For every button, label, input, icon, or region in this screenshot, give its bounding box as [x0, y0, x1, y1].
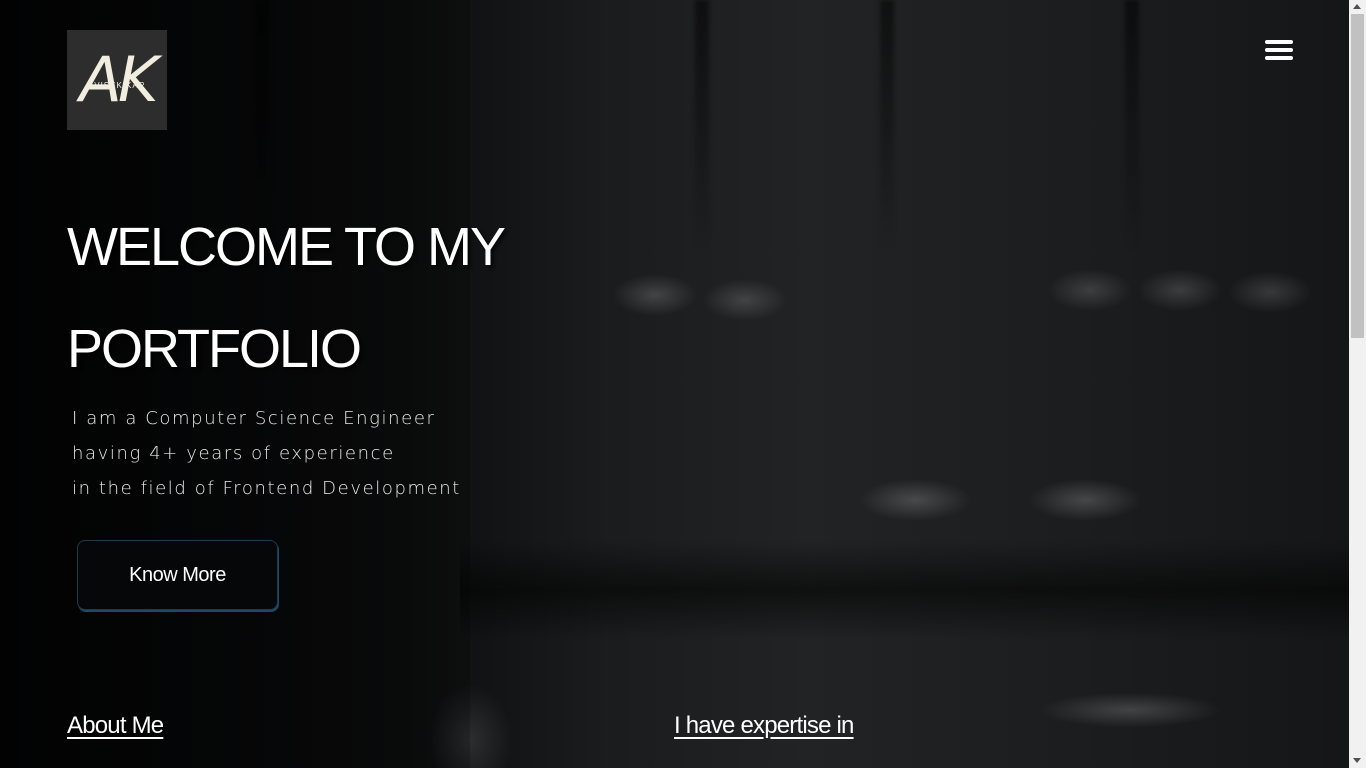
about-me-heading[interactable]: About Me: [67, 712, 164, 740]
background-shade-band: [460, 540, 1349, 640]
vertical-scrollbar[interactable]: [1349, 0, 1366, 768]
know-more-button[interactable]: Know More: [77, 540, 278, 610]
hero-intro: I am a Computer Science Engineer having …: [72, 401, 552, 506]
hero-title-line-1: WELCOME TO MY: [67, 217, 506, 277]
logo-name: AVISEK KAR: [88, 81, 146, 90]
background-pole: [695, 0, 709, 250]
menu-bar: [1265, 40, 1293, 44]
scroll-down-arrow-icon[interactable]: [1353, 758, 1361, 763]
background-pole: [1125, 0, 1139, 250]
hero-intro-line-3: in the field of Frontend Development: [72, 478, 461, 499]
menu-bar: [1265, 48, 1293, 52]
hamburger-menu-icon[interactable]: [1265, 40, 1293, 62]
expertise-heading[interactable]: I have expertise in: [674, 712, 854, 740]
hero-title: WELCOME TO MY PORTFOLIO: [67, 196, 667, 400]
logo-monogram: AK: [79, 43, 158, 116]
menu-bar: [1265, 56, 1293, 60]
site-logo[interactable]: AK AVISEK KAR: [67, 30, 167, 130]
hero-title-line-2: PORTFOLIO: [67, 319, 362, 379]
scrollbar-thumb[interactable]: [1351, 14, 1364, 338]
scroll-up-arrow-icon[interactable]: [1353, 4, 1361, 9]
hero-intro-line-1: I am a Computer Science Engineer: [72, 408, 436, 429]
page: AK AVISEK KAR WELCOME TO MY PORTFOLIO I …: [0, 0, 1366, 768]
background-pole: [880, 0, 894, 250]
hero-intro-line-2: having 4+ years of experience: [72, 443, 395, 464]
